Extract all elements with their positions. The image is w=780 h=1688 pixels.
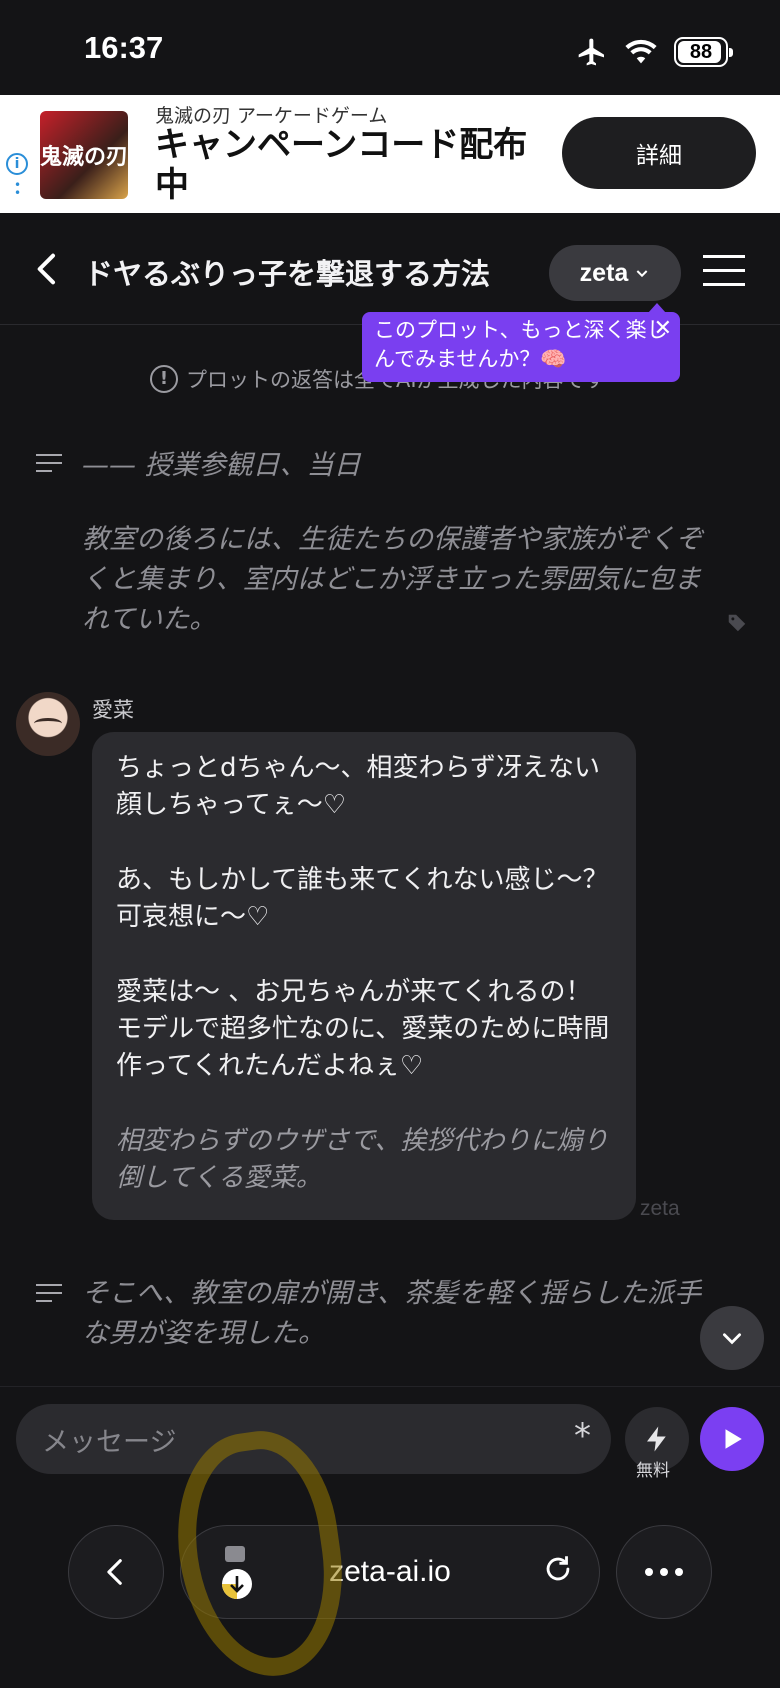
status-bar: 16:37 88	[0, 0, 780, 95]
scroll-down-button[interactable]	[700, 1306, 764, 1370]
ad-banner[interactable]: i • • 鬼滅の刃 鬼滅の刃 アーケードゲーム キャンペーンコード配布中 詳細	[0, 95, 780, 213]
chevron-down-icon	[723, 1333, 741, 1345]
narration-icon	[36, 1284, 62, 1306]
narration-icon	[36, 454, 62, 476]
chevron-down-icon	[636, 270, 648, 278]
page-title: ドヤるぶりっ子を撃退する方法	[84, 257, 491, 291]
back-icon[interactable]	[28, 249, 68, 289]
message-action: 相変わらずのウザさで、挨拶代わりに煽り倒してくる愛菜。	[116, 1126, 609, 1193]
ad-detail-button[interactable]: 詳細	[562, 117, 756, 189]
tooltip-text: このプロット、もっと深く楽しんでみませんか？🧠	[374, 318, 668, 371]
wifi-icon	[625, 39, 657, 64]
ad-info-icon[interactable]: i	[6, 153, 28, 175]
ad-subtitle: 鬼滅の刃 アーケードゲーム	[155, 105, 388, 127]
ad-logo: 鬼滅の刃	[40, 111, 128, 199]
asterisk-button[interactable]: *	[574, 1416, 591, 1456]
close-icon[interactable]: ✕	[654, 314, 672, 343]
menu-icon[interactable]	[703, 253, 745, 289]
status-icons: 88	[576, 36, 733, 68]
message-bubble[interactable]: ちょっとdちゃん〜、相変わらず冴えない顔しちゃってぇ〜♡ あ、もしかして誰も来て…	[92, 732, 636, 1220]
reload-icon[interactable]	[541, 1552, 575, 1586]
message-paragraph: あ、もしかして誰も来てくれない感じ〜？ 可哀想に〜♡	[116, 865, 609, 932]
narration-text: 教室の後ろには、生徒たちの保護者や家族がぞくぞくと集まり、室内はどこか浮き立った…	[82, 524, 703, 635]
upsell-tooltip[interactable]: このプロット、もっと深く楽しんでみませんか？🧠 ✕	[362, 303, 680, 382]
browser-address-bar[interactable]: zeta-ai.io	[180, 1525, 600, 1619]
alert-icon: !	[150, 365, 178, 393]
browser-url: zeta-ai.io	[329, 1555, 451, 1588]
browser-more-button[interactable]	[616, 1525, 712, 1619]
airplane-icon	[578, 38, 604, 66]
message-paragraph: ちょっとdちゃん〜、相変わらず冴えない顔しちゃってぇ〜♡	[116, 753, 600, 820]
battery-indicator: 88	[674, 37, 733, 67]
ad-options-icon[interactable]: • •	[14, 179, 21, 199]
send-button[interactable]	[700, 1407, 764, 1471]
tag-icon[interactable]	[726, 612, 748, 634]
message-watermark: zeta	[640, 1197, 680, 1220]
play-icon	[725, 1429, 742, 1449]
model-selector[interactable]: zeta	[549, 245, 681, 301]
back-icon	[107, 1559, 122, 1585]
message-input[interactable]: メッセージ *	[16, 1404, 611, 1474]
avatar[interactable]	[16, 692, 80, 756]
lightning-icon	[647, 1426, 666, 1452]
message-paragraph: 愛菜は〜 、お兄ちゃんが来てくれるの！ モデルで超多忙なのに、愛菜のために時間作…	[116, 977, 610, 1081]
status-time: 16:37	[84, 30, 164, 65]
narration-heading: —— 授業参観日、当日	[82, 450, 361, 481]
browser-back-button[interactable]	[68, 1525, 164, 1619]
more-icon	[645, 1568, 683, 1576]
message-placeholder: メッセージ	[42, 1427, 177, 1458]
sender-name: 愛菜	[92, 698, 134, 722]
download-icon[interactable]	[217, 1544, 257, 1604]
boost-label: 無料	[636, 1461, 670, 1481]
ad-headline: キャンペーンコード配布中	[155, 125, 528, 205]
narration-text: そこへ、教室の扉が開き、茶髪を軽く揺らした派手な男が姿を現した。	[82, 1278, 702, 1349]
